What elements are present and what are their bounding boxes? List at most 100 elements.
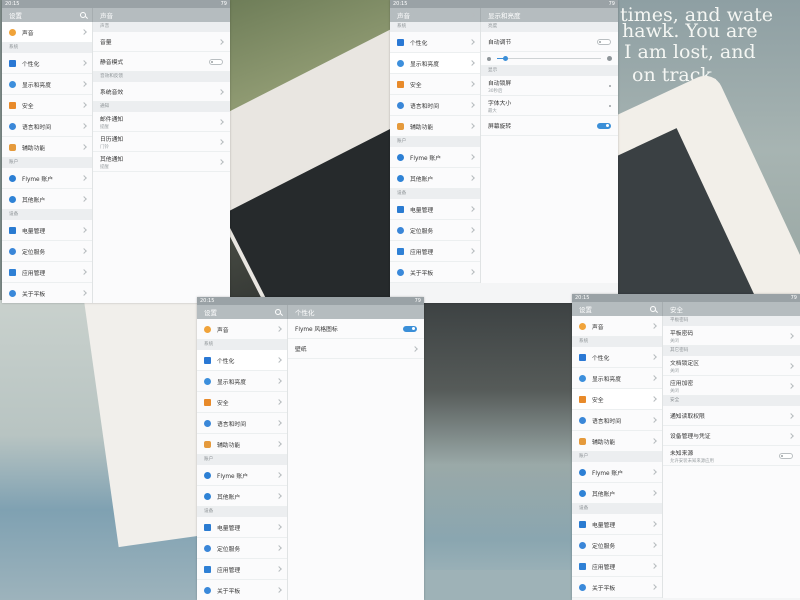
rotation-row[interactable]: 屏幕旋转 [481, 116, 618, 136]
sidebar-item-language[interactable]: 语言和时间 [197, 413, 287, 434]
sidebar-item-other-accounts[interactable]: 其他账户 [2, 189, 92, 210]
silent-mode-toggle[interactable] [209, 58, 223, 65]
mail-notify-row[interactable]: 邮件通知 提醒 [93, 112, 230, 132]
auto-lock-row[interactable]: 自动锁屏 30秒后 [481, 76, 618, 96]
sidebar-item-other-accounts[interactable]: 其他账户 [390, 168, 480, 189]
lock-icon [579, 395, 586, 403]
display-detail: 亮度 自动调节 显示 自动锁屏 30秒后 字体大小 最大 屏幕旋转 [481, 22, 618, 283]
unknown-sources-toggle[interactable] [779, 452, 793, 459]
sidebar-item-about[interactable]: 关于平板 [197, 580, 287, 600]
sidebar-item-language[interactable]: 语言和时间 [2, 116, 92, 137]
flyme-icons-toggle[interactable] [403, 325, 417, 332]
wallpaper-row[interactable]: 壁纸 [288, 339, 424, 359]
sidebar-item-security[interactable]: 安全 [2, 95, 92, 116]
font-size-row[interactable]: 字体大小 最大 [481, 96, 618, 116]
sidebar-item-apps[interactable]: 应用管理 [390, 241, 480, 262]
panel-title: 显示和亮度 [488, 12, 521, 20]
sidebar-item-display[interactable]: 显示和亮度 [197, 371, 287, 392]
other-notify-row[interactable]: 其他通知 提醒 [93, 152, 230, 172]
device-management-row[interactable]: 设备管理与凭证 [663, 426, 800, 446]
auto-brightness-row[interactable]: 自动调节 [481, 32, 618, 52]
apps-icon [579, 562, 586, 570]
sidebar-item-about[interactable]: 关于平板 [572, 577, 662, 598]
sidebar-item-location[interactable]: 定位服务 [2, 241, 92, 262]
search-icon[interactable] [650, 306, 656, 312]
hand-icon [9, 143, 16, 151]
settings-sidebar: 声音 系统 个性化 显示和亮度 安全 语言和时间 辅助功能 账户 Flyme 账… [572, 316, 663, 598]
status-time: 20:15 [5, 1, 20, 7]
flyme-icons-row[interactable]: Flyme 风格图标 [288, 319, 424, 339]
volume-row[interactable]: 音量 [93, 32, 230, 52]
sidebar-item-language[interactable]: 语言和时间 [390, 95, 480, 116]
sidebar-item-apps[interactable]: 应用管理 [197, 559, 287, 580]
speaker-icon [579, 322, 586, 330]
panel-title: 安全 [670, 306, 683, 314]
search-icon[interactable] [275, 309, 281, 315]
apps-icon [204, 565, 211, 573]
sidebar-item-location[interactable]: 定位服务 [390, 220, 480, 241]
sidebar-item-display[interactable]: 显示和亮度 [390, 53, 480, 74]
sidebar-item-sound[interactable]: 声音 [2, 22, 92, 43]
sidebar-item-security[interactable]: 安全 [572, 389, 662, 410]
lock-icon [9, 101, 16, 109]
sidebar-item-accessibility[interactable]: 辅助功能 [390, 116, 480, 137]
hand-icon [397, 122, 404, 130]
sidebar-item-security[interactable]: 安全 [390, 74, 480, 95]
sidebar-item-location[interactable]: 定位服务 [572, 535, 662, 556]
sidebar-item-power[interactable]: 电量管理 [197, 517, 287, 538]
sidebar-item-personalize[interactable]: 个性化 [390, 32, 480, 53]
sidebar-item-display[interactable]: 显示和亮度 [572, 368, 662, 389]
silent-mode-row[interactable]: 静音模式 [93, 52, 230, 72]
app-lock-row[interactable]: 应用加密 关闭 [663, 376, 800, 396]
sidebar-item-other-accounts[interactable]: 其他账户 [197, 486, 287, 507]
sidebar-item-power[interactable]: 电量管理 [390, 199, 480, 220]
tablet-password-row[interactable]: 平板密码 关闭 [663, 326, 800, 346]
sidebar-item-apps[interactable]: 应用管理 [572, 556, 662, 577]
sidebar-item-flyme[interactable]: Flyme 账户 [572, 462, 662, 483]
doc-lock-row[interactable]: 文档锁定区 关闭 [663, 356, 800, 376]
sidebar-item-accessibility[interactable]: 辅助功能 [2, 137, 92, 158]
sidebar-item-personalize[interactable]: 个性化 [197, 350, 287, 371]
speaker-icon [204, 325, 211, 333]
battery-icon [397, 205, 404, 213]
sidebar-item-apps[interactable]: 应用管理 [2, 262, 92, 283]
sidebar-item-about[interactable]: 关于平板 [390, 262, 480, 283]
brightness-slider[interactable] [481, 52, 618, 66]
handwriting-line-2: hawk. You are [622, 20, 758, 42]
info-icon [579, 583, 586, 591]
sidebar-item-display[interactable]: 显示和亮度 [2, 74, 92, 95]
sidebar-item-personalize[interactable]: 个性化 [572, 347, 662, 368]
sidebar-item-accessibility[interactable]: 辅助功能 [572, 431, 662, 452]
brightness-low-icon [487, 56, 491, 61]
sidebar-item-power[interactable]: 电量管理 [572, 514, 662, 535]
apps-icon [397, 247, 404, 255]
sidebar-item-sound[interactable]: 声音 [572, 316, 662, 337]
sidebar-item-flyme[interactable]: Flyme 账户 [197, 465, 287, 486]
sidebar-item-flyme[interactable]: Flyme 账户 [2, 168, 92, 189]
sidebar-item-language[interactable]: 语言和时间 [572, 410, 662, 431]
sidebar-item-other-accounts[interactable]: 其他账户 [572, 483, 662, 504]
personalize-icon [9, 59, 16, 67]
brightness-slider-knob[interactable] [502, 56, 508, 61]
rotation-toggle[interactable] [597, 122, 611, 129]
search-icon[interactable] [80, 12, 86, 18]
dropdown-icon [609, 84, 611, 87]
sidebar-item-security[interactable]: 安全 [197, 392, 287, 413]
sidebar-item-power[interactable]: 电量管理 [2, 220, 92, 241]
sidebar-item-location[interactable]: 定位服务 [197, 538, 287, 559]
battery-icon [204, 523, 211, 531]
notification-access-row[interactable]: 通知读取权限 [663, 406, 800, 426]
unknown-sources-row[interactable]: 未知来源 允许安装未知来源应用 [663, 446, 800, 466]
system-sound-row[interactable]: 系统音效 [93, 82, 230, 102]
calendar-notify-row[interactable]: 日历通知 门铃 [93, 132, 230, 152]
sidebar-item-flyme[interactable]: Flyme 账户 [390, 147, 480, 168]
speaker-icon [9, 28, 16, 36]
auto-brightness-toggle[interactable] [597, 38, 611, 45]
personalize-icon [579, 353, 586, 361]
info-icon [397, 268, 404, 276]
sidebar-item-accessibility[interactable]: 辅助功能 [197, 434, 287, 455]
sidebar-item-personalize[interactable]: 个性化 [2, 53, 92, 74]
flyme-icon [579, 468, 586, 476]
sidebar-item-sound[interactable]: 声音 [197, 319, 287, 340]
sidebar-item-about[interactable]: 关于平板 [2, 283, 92, 303]
